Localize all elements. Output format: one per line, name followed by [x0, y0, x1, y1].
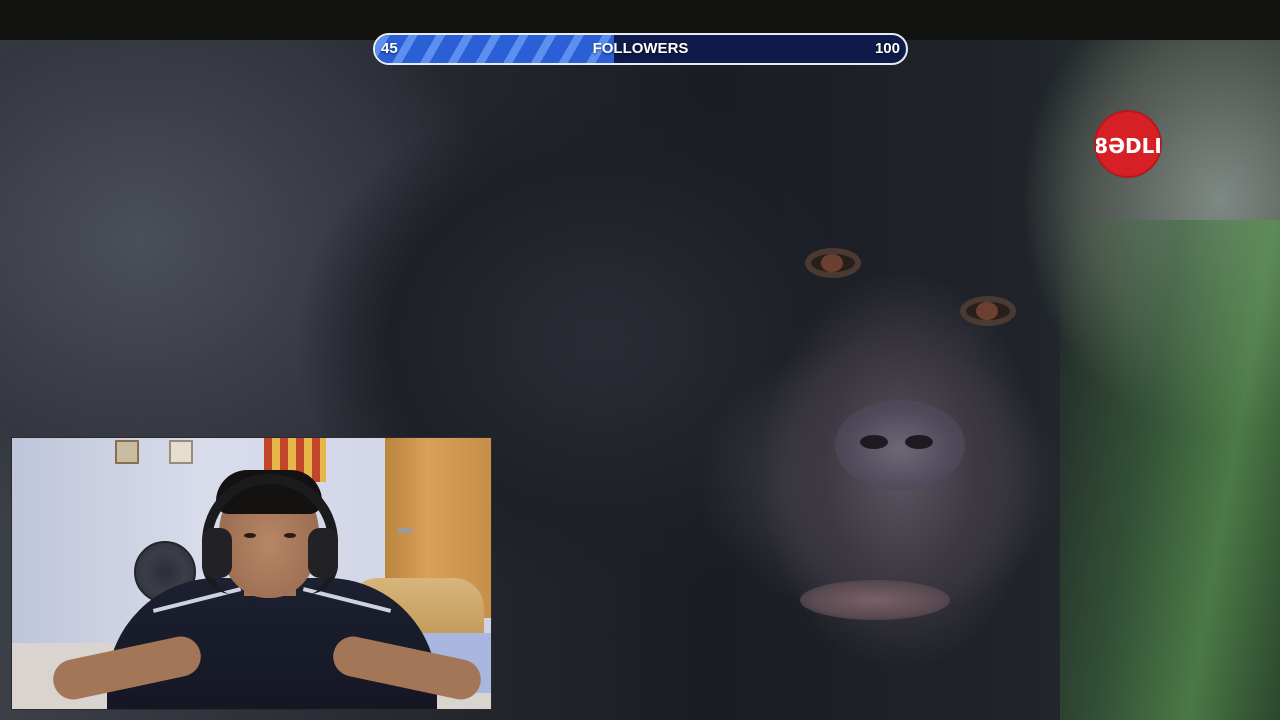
follower-goal-bar: FOLLOWERS 45 100: [373, 33, 908, 65]
ape-right-eye: [960, 296, 1016, 326]
door-handle: [398, 528, 412, 533]
ape-nose: [835, 400, 965, 490]
webcam-feed: [11, 437, 492, 710]
ape-nostril: [860, 435, 888, 449]
ape-nostril: [905, 435, 933, 449]
follower-goal-title: FOLLOWERS: [592, 40, 689, 57]
ape-mouth: [800, 580, 950, 620]
wall-picture: [115, 440, 139, 464]
follower-goal-target: 100: [874, 40, 900, 57]
headphone-cup: [202, 528, 232, 578]
wall-picture: [169, 440, 193, 464]
channel-logo-text: 8ƏDLI: [1096, 134, 1160, 158]
background-grass: [1060, 220, 1280, 720]
ape-left-eye: [805, 248, 861, 278]
headphone-cup: [308, 528, 338, 578]
follower-goal-current: 45: [381, 40, 398, 57]
channel-logo-icon: 8ƏDLI: [1096, 112, 1160, 176]
